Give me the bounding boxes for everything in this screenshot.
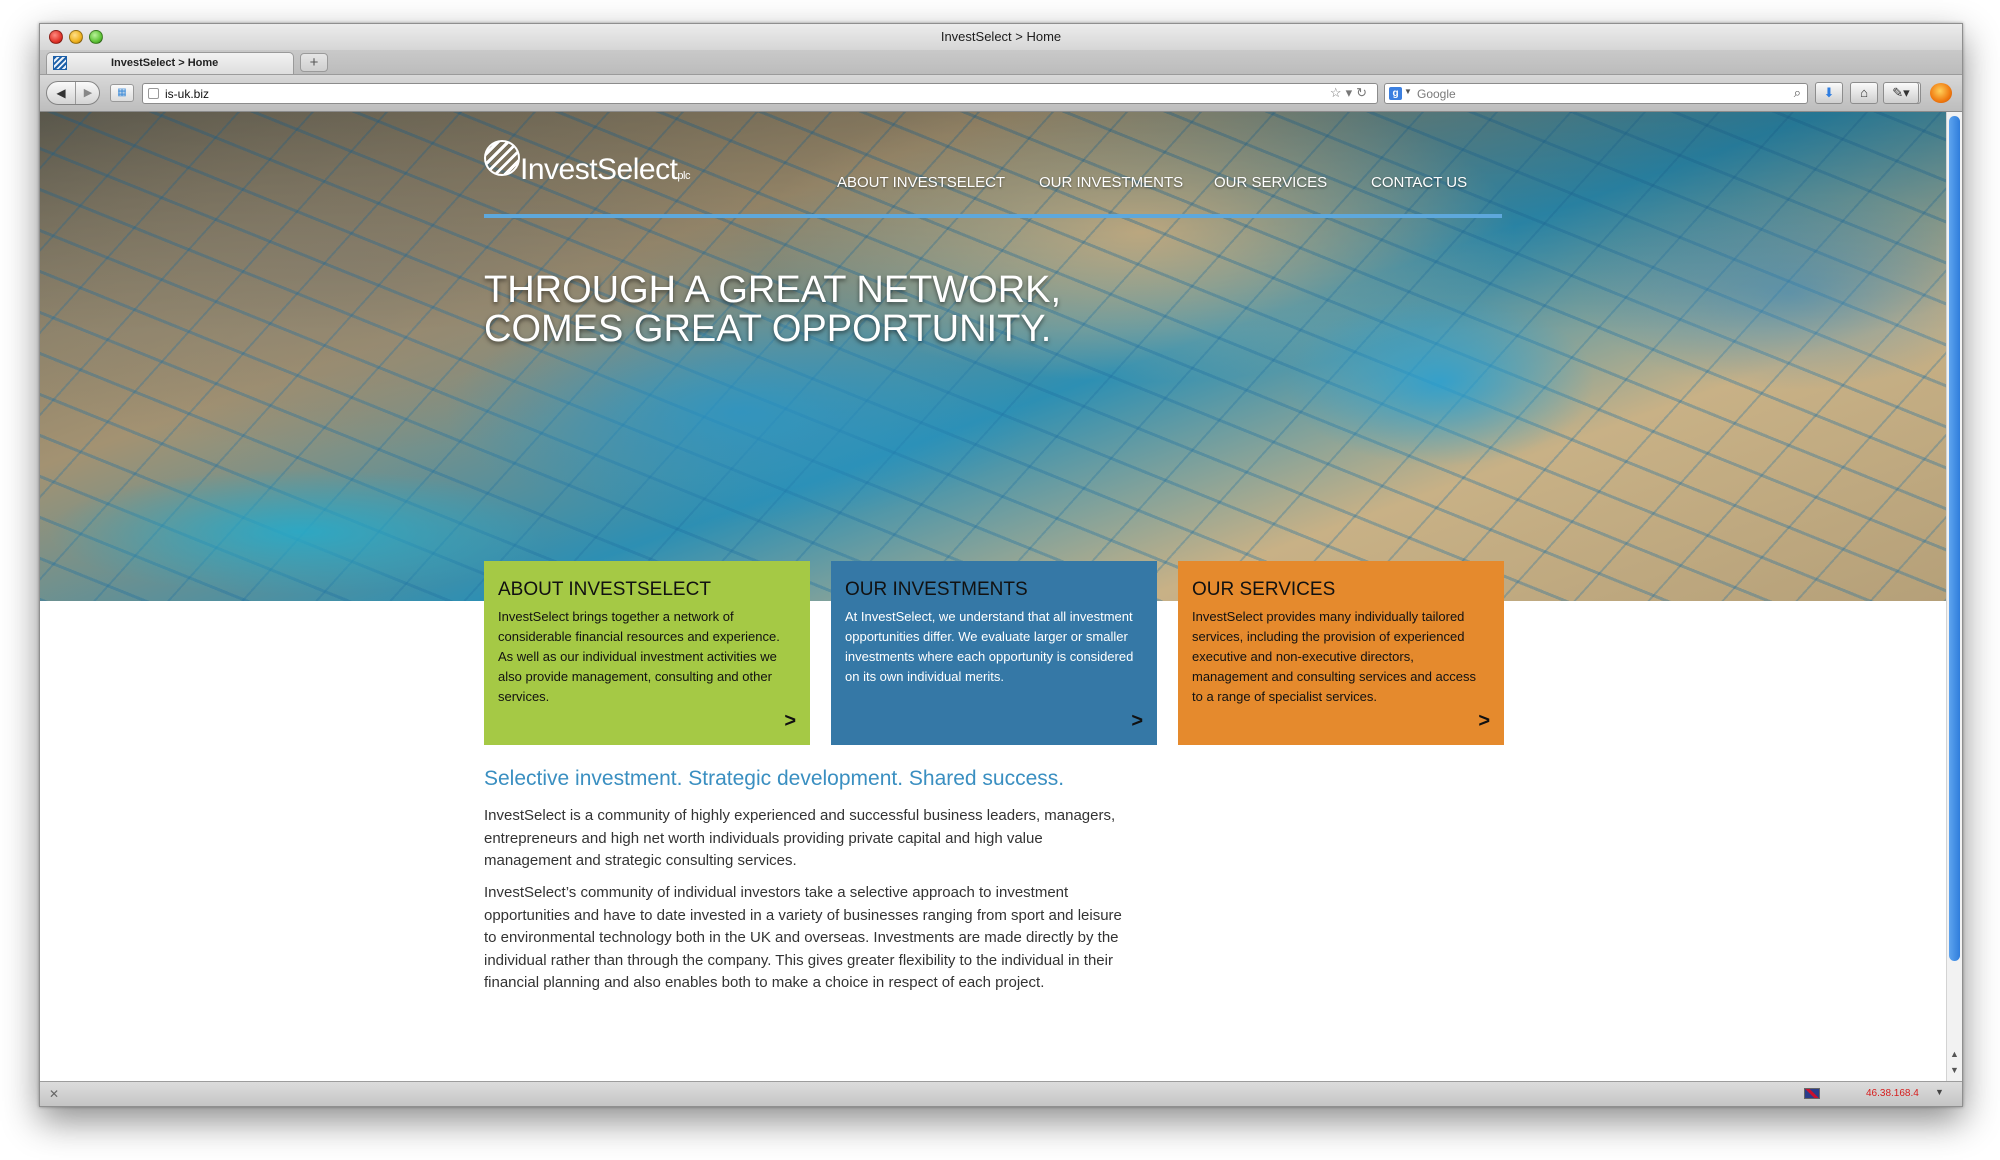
firefox-menu-icon[interactable] [1930, 83, 1952, 103]
downloads-icon[interactable]: ⬇ [1815, 82, 1843, 104]
about-investselect-card[interactable]: ABOUT INVESTSELECT InvestSelect brings t… [484, 561, 810, 745]
chevron-right-icon[interactable]: > [784, 711, 796, 731]
tab-investselect-home[interactable]: InvestSelect > Home [46, 52, 294, 74]
hero-line-2: COMES GREAT OPPORTUNITY. [484, 308, 1052, 351]
search-icon[interactable]: ⌕ [1794, 85, 1801, 101]
google-engine-icon[interactable]: g [1389, 87, 1402, 100]
new-tab-button[interactable]: + [300, 53, 328, 72]
back-button[interactable]: ◀ [47, 82, 76, 104]
search-placeholder: Google [1417, 87, 1456, 101]
bookmark-star-icon[interactable]: ☆▾↻ [1330, 85, 1371, 101]
url-text[interactable]: is-uk.biz [165, 87, 209, 101]
hero-headline: THROUGH A GREAT NETWORK, COMES GREAT OPP… [484, 271, 1244, 349]
our-investments-card[interactable]: OUR INVESTMENTS At InvestSelect, we unde… [831, 561, 1157, 745]
chevron-down-icon[interactable]: ▼ [1935, 1087, 1944, 1097]
card-body: InvestSelect brings together a network o… [498, 609, 780, 704]
close-addon-bar-icon[interactable]: ✕ [49, 1087, 59, 1101]
nav-divider [484, 214, 1502, 218]
uk-flag-icon [1804, 1088, 1820, 1099]
address-bar[interactable]: is-uk.biz ☆▾↻ [142, 83, 1378, 104]
community-paragraph: InvestSelect’s community of individual i… [484, 884, 1122, 991]
server-ip: 46.38.168.4 [1866, 1088, 1919, 1099]
card-title: OUR INVESTMENTS [845, 579, 1028, 600]
card-title: ABOUT INVESTSELECT [498, 579, 711, 600]
chevron-right-icon[interactable]: > [1478, 711, 1490, 731]
logo-text: InvestSelect [520, 153, 678, 186]
logo-suffix: plc [677, 170, 690, 182]
scrollbar-thumb[interactable] [1949, 116, 1960, 961]
page-icon [148, 88, 159, 99]
card-body: InvestSelect provides many individually … [1192, 609, 1476, 704]
nav-contact-us[interactable]: CONTACT US [1371, 174, 1467, 191]
status-bar: ✕ 46.38.168.4 ▼ [40, 1081, 1962, 1106]
bookmarks-button[interactable]: ▦ [110, 84, 134, 102]
nav-about-investselect[interactable]: ABOUT INVESTSELECT [837, 174, 1005, 191]
investselect-logo-icon [484, 140, 520, 176]
tab-title: InvestSelect > Home [111, 57, 219, 69]
hero-line-1: THROUGH A GREAT NETWORK, [484, 269, 1062, 312]
scroll-down-icon[interactable]: ▼ [1947, 1065, 1962, 1079]
tagline: Selective investment. Strategic developm… [484, 767, 1065, 790]
extensions-button[interactable]: ✎▾ [1883, 82, 1919, 104]
our-services-card[interactable]: OUR SERVICES InvestSelect provides many … [1178, 561, 1504, 745]
card-body: At InvestSelect, we understand that all … [845, 609, 1134, 684]
page-viewport: InvestSelectplc ABOUT INVESTSELECT OUR I… [40, 112, 1946, 1081]
engine-dropdown-icon[interactable]: ▼ [1404, 87, 1412, 96]
forward-button[interactable]: ▶ [76, 82, 100, 104]
vertical-scrollbar[interactable]: ▲ ▼ [1946, 112, 1962, 1081]
intro-paragraph: InvestSelect is a community of highly ex… [484, 807, 1116, 869]
search-bar[interactable]: g ▼ Google ⌕ [1384, 83, 1808, 104]
nav-our-investments[interactable]: OUR INVESTMENTS [1039, 174, 1183, 191]
navigation-toolbar: ◀ ▶ ▦ is-uk.biz ☆▾↻ g ▼ Google ⌕ ⬇ ⌂ ▣▾ … [40, 75, 1962, 112]
card-title: OUR SERVICES [1192, 579, 1336, 600]
home-icon[interactable]: ⌂ [1850, 82, 1878, 104]
logo-wordmark: InvestSelectplc [520, 153, 690, 187]
tab-bar: InvestSelect > Home + [40, 50, 1962, 75]
scroll-up-icon[interactable]: ▲ [1947, 1049, 1962, 1063]
browser-window: InvestSelect > Home InvestSelect > Home … [39, 23, 1963, 1107]
site-favicon-icon [53, 56, 67, 70]
history-buttons: ◀ ▶ [46, 81, 100, 105]
chevron-right-icon[interactable]: > [1131, 711, 1143, 731]
window-title: InvestSelect > Home [940, 29, 1062, 44]
nav-our-services[interactable]: OUR SERVICES [1214, 174, 1327, 191]
title-bar: InvestSelect > Home [40, 24, 1962, 50]
